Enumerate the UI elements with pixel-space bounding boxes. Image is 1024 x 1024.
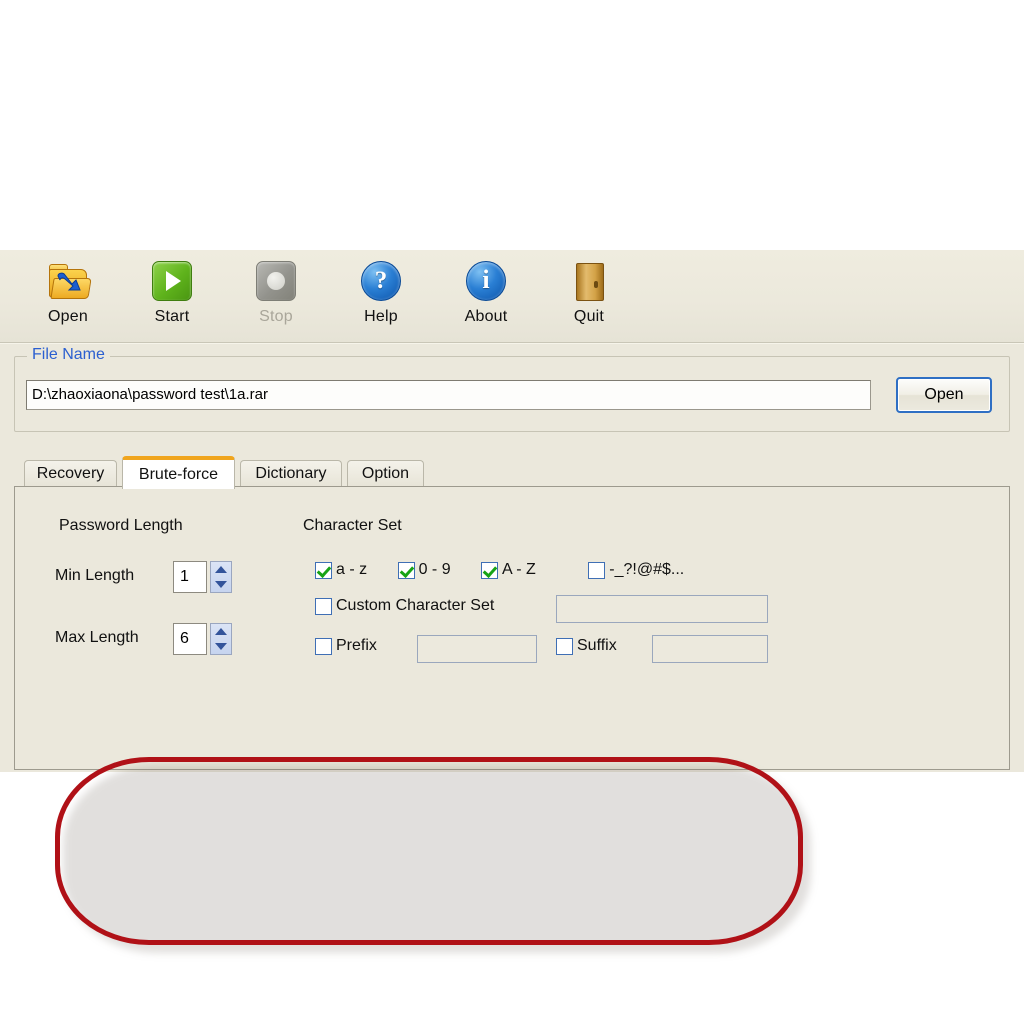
info-icon: i xyxy=(442,258,530,304)
checkbox-symbols[interactable]: -_?!@#$... xyxy=(588,561,684,579)
toolbar-button-start[interactable]: Start xyxy=(128,258,216,326)
custom-charset-input[interactable] xyxy=(556,595,768,623)
password-length-title: Password Length xyxy=(59,517,183,534)
checkbox-uppercase[interactable]: A - Z xyxy=(481,561,536,579)
toolbar-label-stop: Stop xyxy=(259,308,293,325)
toolbar-button-stop: Stop xyxy=(232,258,320,326)
chevron-up-icon[interactable] xyxy=(215,566,227,573)
checkbox-custom-charset[interactable]: Custom Character Set xyxy=(315,597,494,615)
empty-checkbox-icon xyxy=(588,561,606,579)
custom-charset-row: Custom Character Set xyxy=(315,597,494,615)
file-name-legend: File Name xyxy=(27,346,110,364)
toolbar-label-about: About xyxy=(464,308,508,325)
application-window: Open Start Stop ? Help i About Quit File… xyxy=(0,250,1024,953)
min-length-stepper[interactable] xyxy=(210,561,232,593)
prefix-input[interactable] xyxy=(417,635,537,663)
max-length-stepper[interactable] xyxy=(210,623,232,655)
checkbox-digits[interactable]: 0 - 9 xyxy=(397,561,451,579)
toolbar-button-about[interactable]: i About xyxy=(442,258,530,326)
toolbar-label-help: Help xyxy=(364,308,398,325)
stop-icon xyxy=(232,258,320,304)
tab-recovery[interactable]: Recovery xyxy=(24,460,117,487)
toolbar: Open Start Stop ? Help i About Quit xyxy=(0,250,1024,343)
charset-checkbox-row: a - z 0 - 9 A - Z -_?!@#$... xyxy=(315,561,684,579)
open-file-button[interactable]: Open xyxy=(896,377,992,413)
empty-checkbox-icon xyxy=(556,637,573,655)
toolbar-label-quit: Quit xyxy=(573,308,605,325)
checkbox-custom-charset-label: Custom Character Set xyxy=(336,597,495,614)
prefix-row: Prefix xyxy=(315,637,377,655)
tab-dictionary[interactable]: Dictionary xyxy=(240,460,342,487)
tab-brute-force[interactable]: Brute-force xyxy=(122,456,235,489)
checkmark-icon xyxy=(315,561,332,579)
checkbox-prefix-label: Prefix xyxy=(336,637,377,654)
file-path-input[interactable]: D:\zhaoxiaona\password test\1a.rar xyxy=(26,380,871,410)
toolbar-label-open: Open xyxy=(48,308,88,325)
brute-force-panel: Password Length Min Length 1 Max Length … xyxy=(14,486,1010,953)
red-highlight-annotation xyxy=(55,757,803,945)
toolbar-button-open[interactable]: Open xyxy=(24,258,112,326)
checkbox-prefix[interactable]: Prefix xyxy=(315,637,377,655)
empty-checkbox-icon xyxy=(315,637,332,655)
character-set-title: Character Set xyxy=(303,517,402,534)
chevron-down-icon[interactable] xyxy=(215,643,227,650)
checkbox-suffix[interactable]: Suffix xyxy=(556,637,617,655)
max-length-input[interactable]: 6 xyxy=(173,623,207,655)
toolbar-label-start: Start xyxy=(154,308,190,325)
checkbox-lowercase[interactable]: a - z xyxy=(315,561,367,579)
min-length-label: Min Length xyxy=(55,567,135,584)
suffix-row: Suffix xyxy=(556,637,617,655)
door-icon xyxy=(545,258,633,304)
question-mark-icon: ? xyxy=(337,258,425,304)
checkbox-symbols-label: -_?!@#$... xyxy=(609,561,685,578)
checkbox-digits-label: 0 - 9 xyxy=(418,561,451,578)
open-folder-icon xyxy=(24,258,112,304)
suffix-input[interactable] xyxy=(652,635,768,663)
chevron-down-icon[interactable] xyxy=(215,581,227,588)
file-name-group: File Name D:\zhaoxiaona\password test\1a… xyxy=(14,346,1010,432)
min-length-input[interactable]: 1 xyxy=(173,561,207,593)
tab-option[interactable]: Option xyxy=(347,460,424,487)
annotation-shadow xyxy=(63,765,811,953)
checkbox-suffix-label: Suffix xyxy=(577,637,617,654)
toolbar-button-quit[interactable]: Quit xyxy=(545,258,633,326)
checkbox-uppercase-label: A - Z xyxy=(502,561,536,578)
chevron-up-icon[interactable] xyxy=(215,628,227,635)
empty-checkbox-icon xyxy=(315,597,332,615)
toolbar-button-help[interactable]: ? Help xyxy=(337,258,425,326)
max-length-label: Max Length xyxy=(55,629,139,646)
checkmark-icon xyxy=(481,561,499,579)
tab-strip: Recovery Brute-force Dictionary Option xyxy=(14,456,1010,489)
checkmark-icon xyxy=(397,561,415,579)
play-icon xyxy=(128,258,216,304)
checkbox-lowercase-label: a - z xyxy=(336,561,368,578)
